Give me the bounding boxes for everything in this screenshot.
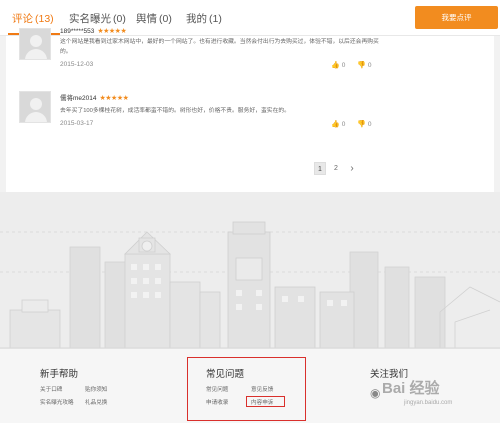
tab-public-opinion[interactable]: 舆情 (0) <box>136 11 172 26</box>
tab-mine[interactable]: 我的 (1) <box>186 11 222 26</box>
weibo-icon[interactable]: ◉ <box>370 386 380 400</box>
chevron-right-icon[interactable]: › <box>346 162 358 175</box>
highlight-box <box>187 357 306 421</box>
watermark-logo: Bai 经验 <box>382 380 440 397</box>
tab-opinion-count: (0) <box>159 13 172 25</box>
thumbs-up-icon: 👍 <box>331 62 340 69</box>
review-date: 2015-03-17 <box>60 120 94 127</box>
tab-exposure-label: 实名曝光 <box>69 13 111 25</box>
thumbs-down-icon: 👎 <box>357 121 366 128</box>
review-item: 189*****553 ★★★★★ 这个网站是我看到过家木网站中，最好的一个网站了… <box>6 28 494 80</box>
tab-reviews-label: 评论 <box>12 13 33 25</box>
review-author: 儒将me2014 ★★★★★ <box>60 92 129 102</box>
review-username: 189*****553 <box>60 28 95 35</box>
footer-link[interactable]: 礼品兑换 <box>85 398 107 406</box>
review-date: 2015-12-03 <box>60 61 94 68</box>
help-section-title: 新手帮助 <box>40 369 79 380</box>
review-username: 儒将me2014 <box>60 95 97 102</box>
tab-reviews-count: (13) <box>35 13 54 25</box>
dislike-button[interactable]: 👎 0 <box>357 120 371 128</box>
tab-mine-count: (1) <box>209 13 222 25</box>
tab-exposure-count: (0) <box>113 13 126 25</box>
review-votes: 👍 0 👎 0 <box>331 61 382 69</box>
avatar <box>19 28 51 60</box>
dislike-count: 0 <box>367 121 372 128</box>
highlight-box <box>246 396 285 407</box>
like-count: 0 <box>341 121 346 128</box>
rating-stars: ★★★★★ <box>99 95 129 102</box>
review-text: 去年买了100多棵桂花树，成活率都蛮不错的。树形也好，价格不贵。服务好，蛮实在的… <box>60 108 290 114</box>
tab-opinion-label: 舆情 <box>136 13 157 25</box>
site-footer: 新手帮助 关于口碑 贴你须知 实名曝光攻略 礼品兑换 常见问题 常见问题 意见反… <box>0 348 500 423</box>
page-1-button[interactable]: 1 <box>314 162 326 175</box>
avatar <box>19 91 51 123</box>
tab-reviews[interactable]: 评论 (13) <box>12 11 54 26</box>
review-item: 儒将me2014 ★★★★★ 去年买了100多棵桂花树，成活率都蛮不错的。树形也好… <box>6 91 494 143</box>
thumbs-up-icon: 👍 <box>331 121 340 128</box>
review-text: 这个网站是我看到过家木网站中，最好的一个网站了。也有进行收藏。当然会付出行为去购… <box>60 39 379 55</box>
reviews-panel: 189*****553 ★★★★★ 这个网站是我看到过家木网站中，最好的一个网站了… <box>6 28 494 192</box>
rating-stars: ★★★★★ <box>97 28 127 35</box>
like-button[interactable]: 👍 0 <box>331 120 345 128</box>
page-2-button[interactable]: 2 <box>330 162 342 175</box>
thumbs-down-icon: 👎 <box>357 62 366 69</box>
like-button[interactable]: 👍 0 <box>331 61 345 69</box>
dislike-count: 0 <box>367 62 372 69</box>
watermark-url: jingyan.baidu.com <box>404 400 453 406</box>
tab-mine-label: 我的 <box>186 13 207 25</box>
review-votes: 👍 0 👎 0 <box>331 120 382 128</box>
city-skyline-illustration <box>0 192 500 350</box>
footer-link[interactable]: 关于口碑 <box>40 385 62 393</box>
like-count: 0 <box>341 62 346 69</box>
write-review-button[interactable]: 我要点评 <box>415 6 498 29</box>
tab-real-name-exposure[interactable]: 实名曝光 (0) <box>69 11 126 26</box>
dislike-button[interactable]: 👎 0 <box>357 61 371 69</box>
footer-link[interactable]: 实名曝光攻略 <box>40 398 74 406</box>
footer-link[interactable]: 贴你须知 <box>85 385 107 393</box>
review-author: 189*****553 ★★★★★ <box>60 27 127 35</box>
